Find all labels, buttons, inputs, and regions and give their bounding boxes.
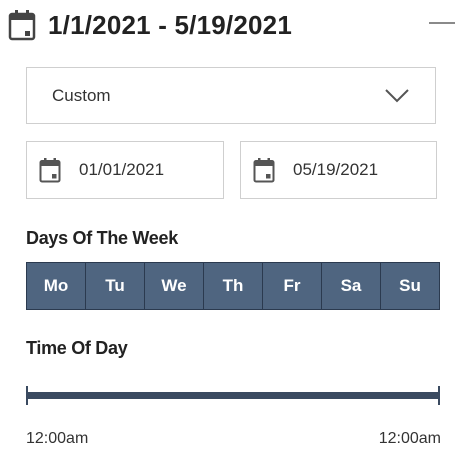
time-end-label: 12:00am bbox=[378, 430, 441, 447]
slider-track[interactable] bbox=[26, 392, 440, 399]
time-of-day-label: Time Of Day bbox=[26, 338, 128, 358]
slider-handle-start[interactable] bbox=[26, 386, 28, 405]
calendar-icon bbox=[39, 158, 61, 183]
day-toggle-we[interactable]: We bbox=[145, 263, 204, 309]
time-start-label: 12:00am bbox=[26, 430, 89, 447]
chevron-down-icon bbox=[385, 89, 409, 103]
start-date-field[interactable]: 01/01/2021 bbox=[26, 141, 224, 199]
day-toggle-fr[interactable]: Fr bbox=[263, 263, 322, 309]
day-toggle-th[interactable]: Th bbox=[204, 263, 263, 309]
days-of-week-label: Days Of The Week bbox=[26, 228, 178, 248]
start-date-value: 01/01/2021 bbox=[79, 160, 165, 179]
minus-icon[interactable] bbox=[429, 22, 455, 24]
day-toggle-tu[interactable]: Tu bbox=[86, 263, 145, 309]
preset-value: Custom bbox=[52, 85, 111, 105]
calendar-icon bbox=[8, 10, 36, 41]
date-range-panel: 1/1/2021 - 5/19/2021 Custom 01/01/2021 0… bbox=[0, 0, 455, 452]
day-toggle-su[interactable]: Su bbox=[381, 263, 439, 309]
day-toggle-sa[interactable]: Sa bbox=[322, 263, 381, 309]
date-range-title: 1/1/2021 - 5/19/2021 bbox=[48, 9, 292, 40]
calendar-icon bbox=[253, 158, 275, 183]
time-range-slider[interactable] bbox=[26, 384, 440, 406]
date-range-header: 1/1/2021 - 5/19/2021 bbox=[8, 6, 455, 44]
days-of-week-selector: Mo Tu We Th Fr Sa Su bbox=[26, 262, 440, 310]
day-toggle-mo[interactable]: Mo bbox=[27, 263, 86, 309]
end-date-value: 05/19/2021 bbox=[293, 160, 379, 179]
preset-dropdown[interactable]: Custom bbox=[26, 67, 436, 124]
end-date-field[interactable]: 05/19/2021 bbox=[240, 141, 437, 199]
slider-handle-end[interactable] bbox=[438, 386, 440, 405]
